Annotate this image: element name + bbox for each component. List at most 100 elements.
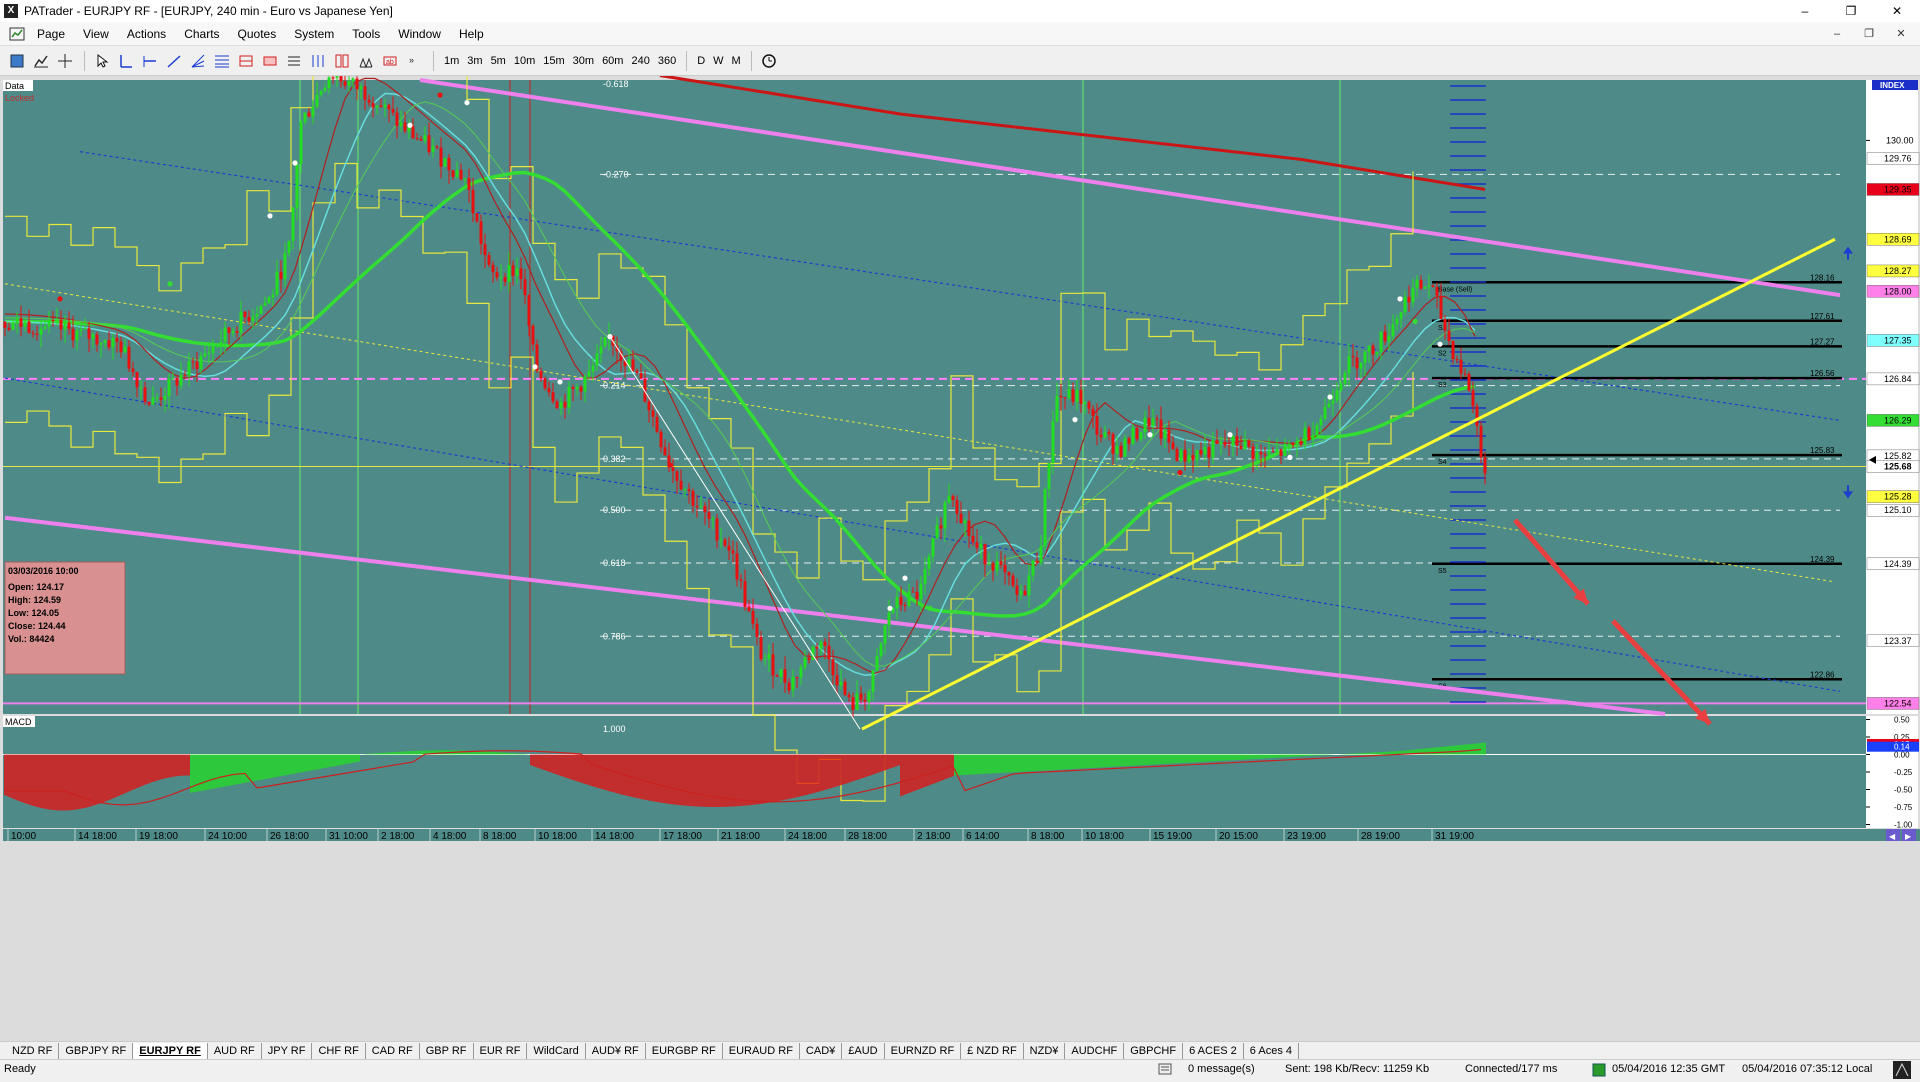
symbol-tab[interactable]: 6 Aces 4 <box>1244 1042 1299 1059</box>
timeframe-30m[interactable]: 30m <box>569 50 598 72</box>
arrow-tool-icon[interactable]: ab <box>379 50 401 72</box>
candle-body <box>95 334 99 345</box>
toolbar-separator <box>750 50 752 71</box>
symbol-tab[interactable]: EURAUD RF <box>723 1042 800 1059</box>
menu-view[interactable]: View <box>74 27 118 41</box>
close-button[interactable]: ✕ <box>1874 0 1920 22</box>
chart-area[interactable]: -0.618 -0.270 0.214 0.382 0.500 0.618 0.786 1.0… <box>0 0 1920 1041</box>
more-icon[interactable]: » <box>403 50 425 72</box>
trendline-tool-icon[interactable] <box>163 50 185 72</box>
menu-charts[interactable]: Charts <box>175 27 228 41</box>
macd-axis-label: -1.00 <box>1894 821 1913 830</box>
candle-body <box>719 539 723 541</box>
pitchfork-tool-icon[interactable] <box>307 50 329 72</box>
channel-tool-icon[interactable] <box>235 50 257 72</box>
symbol-tab[interactable]: EURNZD RF <box>885 1042 962 1059</box>
timeframe-15m[interactable]: 15m <box>539 50 568 72</box>
period-weekly[interactable]: W <box>709 50 727 72</box>
symbol-tab[interactable]: GBPCHF <box>1124 1042 1184 1059</box>
symbol-tab[interactable]: AUD¥ RF <box>586 1042 646 1059</box>
chart-window-icon[interactable] <box>6 25 28 43</box>
minimize-button[interactable]: – <box>1782 0 1828 22</box>
resize-grip-icon[interactable] <box>1893 1061 1911 1082</box>
timeframe-5m[interactable]: 5m <box>487 50 510 72</box>
symbol-tab[interactable]: £ NZD RF <box>961 1042 1024 1059</box>
macd-tag-label: 0.14 <box>1894 743 1910 752</box>
cursor-icon[interactable] <box>91 50 113 72</box>
candle-body <box>663 447 667 456</box>
candle-body <box>1135 427 1139 440</box>
chart-icon[interactable] <box>30 50 52 72</box>
menu-page[interactable]: Page <box>28 27 74 41</box>
mdi-restore-button[interactable]: ❐ <box>1854 24 1884 44</box>
message-icon[interactable] <box>1158 1063 1172 1078</box>
app-icon: X <box>4 4 18 18</box>
menu-actions[interactable]: Actions <box>118 27 175 41</box>
timeframe-3m[interactable]: 3m <box>463 50 486 72</box>
period-daily[interactable]: D <box>693 50 709 72</box>
candle-body <box>1355 357 1359 369</box>
candle-body <box>1443 319 1447 331</box>
menu-quotes[interactable]: Quotes <box>229 27 286 41</box>
price-chart-svg[interactable]: -0.618 -0.270 0.214 0.382 0.500 0.618 0.786 1.0… <box>0 0 1920 1041</box>
text-tool-icon[interactable] <box>283 50 305 72</box>
rect-tool-icon[interactable] <box>259 50 281 72</box>
candle-body <box>239 311 243 333</box>
symbol-tab[interactable]: GBPJPY RF <box>59 1042 134 1059</box>
symbol-tab[interactable]: NZD¥ <box>1024 1042 1066 1059</box>
candle-body <box>79 329 83 331</box>
mdi-minimize-button[interactable]: – <box>1822 24 1852 44</box>
crosshair-icon[interactable] <box>54 50 76 72</box>
fan-tool-icon[interactable] <box>187 50 209 72</box>
symbol-tab[interactable]: AUD RF <box>208 1042 262 1059</box>
candle-body <box>1207 447 1211 458</box>
menu-help[interactable]: Help <box>450 27 493 41</box>
mdi-close-button[interactable]: ✕ <box>1886 24 1916 44</box>
candle-body <box>1439 295 1443 320</box>
locked-label: Locked <box>5 93 34 103</box>
symbol-tab[interactable]: £AUD <box>842 1042 885 1059</box>
menu-system[interactable]: System <box>285 27 343 41</box>
candle-body <box>1043 489 1047 547</box>
period-monthly[interactable]: M <box>728 50 745 72</box>
gann-tool-icon[interactable] <box>331 50 353 72</box>
timeframe-60m[interactable]: 60m <box>598 50 627 72</box>
book-icon[interactable] <box>6 50 28 72</box>
candle-body <box>679 480 683 490</box>
candle-body <box>39 328 43 335</box>
symbol-tab[interactable]: EUR RF <box>474 1042 528 1059</box>
symbol-tab[interactable]: EURGBP RF <box>646 1042 723 1059</box>
symbol-tab[interactable]: AUDCHF <box>1065 1042 1125 1059</box>
symbol-tab[interactable]: JPY RF <box>262 1042 313 1059</box>
fib-level-label: -0.270 <box>603 169 629 179</box>
timeframe-1m[interactable]: 1m <box>440 50 463 72</box>
price-tag-label: 125.28 <box>1884 492 1912 502</box>
symbol-tab[interactable]: 6 ACES 2 <box>1183 1042 1244 1059</box>
symbol-tab[interactable]: WildCard <box>527 1042 586 1059</box>
symbol-tab[interactable]: CAD¥ <box>800 1042 843 1059</box>
symbol-tab[interactable]: NZD RF <box>6 1042 60 1059</box>
cycle-tool-icon[interactable] <box>355 50 377 72</box>
symbol-tab[interactable]: CHF RF <box>312 1042 366 1059</box>
candle-body <box>743 581 747 607</box>
clock-icon[interactable] <box>758 50 780 72</box>
menu-window[interactable]: Window <box>389 27 450 41</box>
status-messages[interactable]: 0 message(s) <box>1188 1063 1255 1075</box>
fib-tool-icon[interactable] <box>211 50 233 72</box>
maximize-button[interactable]: ❐ <box>1828 0 1874 22</box>
symbol-tab[interactable]: CAD RF <box>366 1042 420 1059</box>
candle-body <box>923 569 927 584</box>
candle-body <box>935 525 939 539</box>
candle-body <box>515 268 519 276</box>
timeframe-360[interactable]: 360 <box>654 50 680 72</box>
hline-tool-icon[interactable] <box>139 50 161 72</box>
timeframe-10m[interactable]: 10m <box>510 50 539 72</box>
symbol-tab[interactable]: EURJPY RF <box>133 1042 208 1059</box>
symbol-tab[interactable]: GBP RF <box>420 1042 474 1059</box>
pivot-level-tag: S2 <box>1438 350 1447 357</box>
timeframe-240[interactable]: 240 <box>627 50 653 72</box>
line-tool-icon[interactable] <box>115 50 137 72</box>
candle-body <box>1103 432 1107 438</box>
candle-body <box>875 656 879 671</box>
menu-tools[interactable]: Tools <box>343 27 389 41</box>
